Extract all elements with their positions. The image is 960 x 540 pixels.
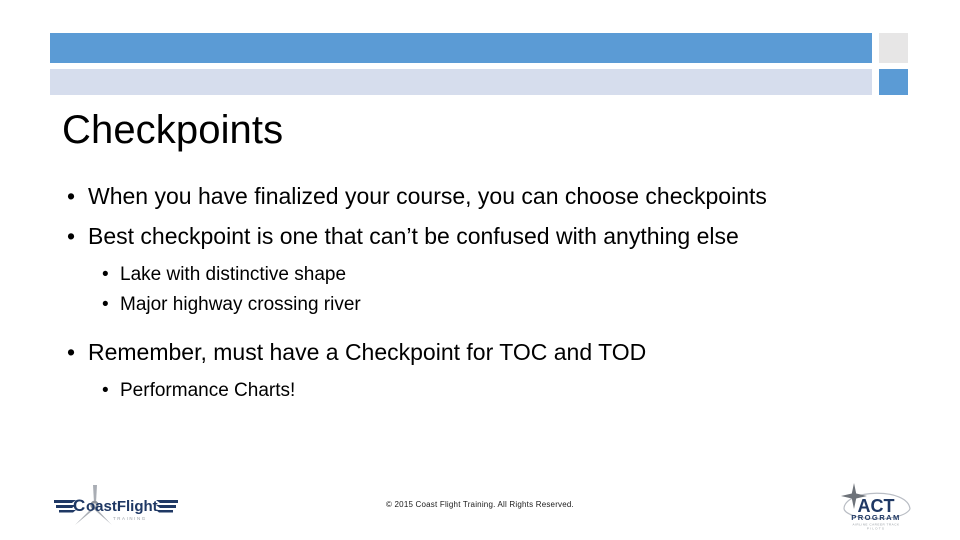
header-bar-light-blue [50,69,872,95]
svg-text:PILOTS: PILOTS [867,527,885,531]
slide-canvas: Checkpoints • When you have finalized yo… [0,0,960,540]
list-item: • Remember, must have a Checkpoint for T… [62,332,902,372]
bullet-icon: • [102,380,109,401]
list-item-label: Lake with distinctive shape [120,264,347,285]
svg-text:C: C [73,496,85,515]
list-item: • Major highway crossing river [62,290,902,320]
bullet-icon: • [67,183,76,209]
list-item-label: Remember, must have a Checkpoint for TOC… [88,339,647,365]
svg-text:TRAINING: TRAINING [113,516,147,521]
sub-bullet-list: • Lake with distinctive shape • Major hi… [62,260,902,320]
list-item-label: When you have finalized your course, you… [88,183,767,209]
bullet-icon: • [102,264,109,285]
list-item: • Performance Charts! [62,376,902,406]
list-item: • When you have finalized your course, y… [62,176,902,216]
bullet-list: • When you have finalized your course, y… [62,176,902,406]
svg-text:PROGRAM: PROGRAM [851,513,900,522]
bullet-icon: • [102,294,109,315]
list-item-label: Major highway crossing river [120,294,361,315]
coast-flight-training-logo: C oastFlight TRAINING [52,481,180,529]
bullet-icon: • [67,339,76,365]
bullet-icon: • [67,223,76,249]
list-item: • Best checkpoint is one that can’t be c… [62,216,902,256]
header-accent-gray [879,33,908,63]
slide-body: • When you have finalized your course, y… [62,176,902,406]
sub-bullet-list: • Performance Charts! [62,376,902,406]
header-accent-blue [879,69,908,95]
header-bar-blue [50,33,872,63]
list-item-label: Performance Charts! [120,380,296,401]
page-title: Checkpoints [62,108,284,152]
act-program-logo: ACT PROGRAM AIRLINE CAREER TRACK PILOTS [834,479,918,531]
list-item: • Lake with distinctive shape [62,260,902,290]
list-item-label: Best checkpoint is one that can’t be con… [88,223,739,249]
svg-text:oastFlight: oastFlight [86,498,158,515]
